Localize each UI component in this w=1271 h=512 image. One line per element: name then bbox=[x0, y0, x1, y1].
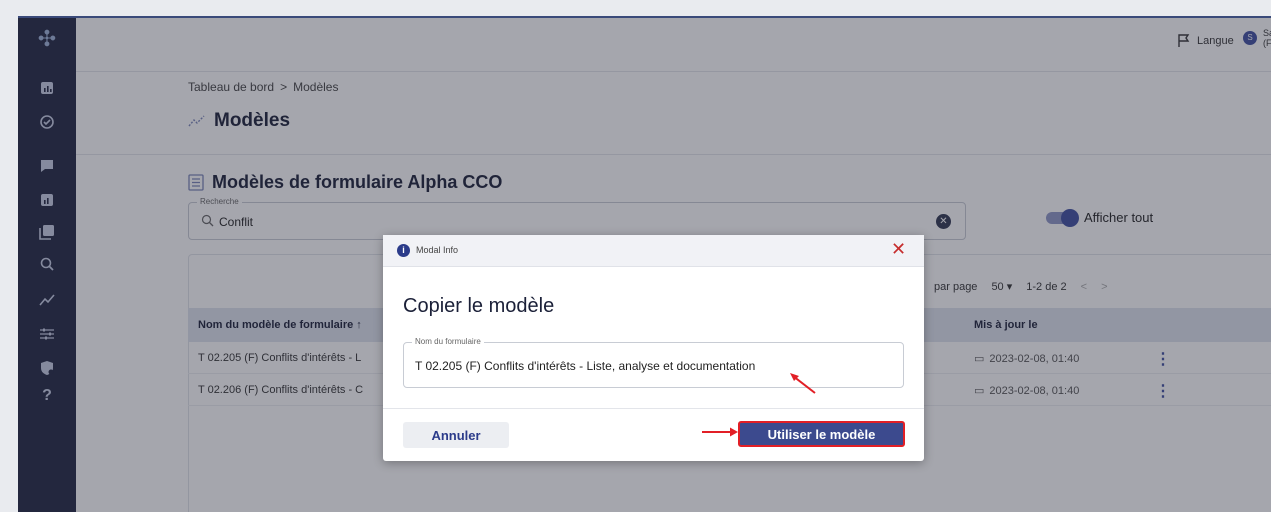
form-name-value: T 02.205 (F) Conflits d'intérêts - Liste… bbox=[415, 359, 756, 373]
modal-header-label: Modal Info bbox=[416, 245, 459, 255]
modal-title: Copier le modèle bbox=[403, 295, 555, 317]
info-icon: i bbox=[397, 244, 410, 257]
cancel-button[interactable]: Annuler bbox=[403, 422, 509, 448]
modal-header: i Modal Info ✕ bbox=[383, 235, 924, 267]
copy-template-modal: i Modal Info ✕ Copier le modèle Nom du f… bbox=[383, 235, 924, 461]
form-name-legend: Nom du formulaire bbox=[412, 337, 484, 346]
app-window: ✣ ? Langue S S (F Tableau de bord > Modè… bbox=[18, 16, 1271, 512]
form-name-field[interactable]: Nom du formulaire T 02.205 (F) Conflits … bbox=[403, 337, 904, 388]
close-icon[interactable]: ✕ bbox=[891, 240, 906, 258]
use-template-button[interactable]: Utiliser le modèle bbox=[738, 421, 905, 447]
modal-footer: Annuler Utiliser le modèle bbox=[383, 408, 924, 461]
